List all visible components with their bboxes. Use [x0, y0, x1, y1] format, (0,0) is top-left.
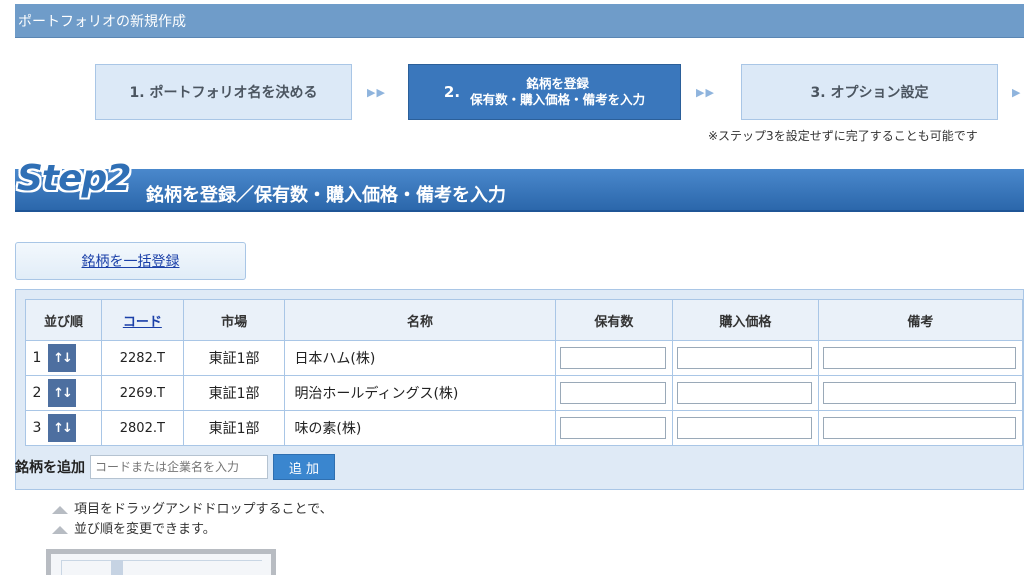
table-row: 3 ↑↓ 2802.T 東証1部 味の素(株) — [25, 410, 1024, 446]
add-stock-row: 銘柄を追加 追 加 — [15, 452, 335, 482]
shares-input[interactable] — [559, 347, 667, 369]
name-cell: 日本ハム(株) — [284, 340, 556, 376]
step-1-label: 1. ポートフォリオ名を決める — [129, 85, 318, 101]
col-order: 並び順 — [25, 299, 102, 341]
notes-cell — [817, 410, 1024, 446]
col-shares: 保有数 — [554, 299, 674, 341]
order-cell: 1 ↑↓ — [25, 340, 102, 376]
notes-cell — [817, 340, 1024, 376]
notes-input[interactable] — [822, 347, 1016, 369]
price-cell — [672, 375, 819, 411]
bulk-register-link[interactable]: 銘柄を一括登録 — [82, 251, 180, 271]
order-number: 3 — [32, 420, 42, 436]
holdings-table: 並び順 コード 市場 名称 保有数 購入価格 備考 1 ↑↓ 2282.T 東証… — [25, 299, 1024, 446]
step-1[interactable]: 1. ポートフォリオ名を決める — [95, 64, 352, 120]
sort-handle-icon[interactable]: ↑↓ — [48, 414, 76, 442]
price-cell — [672, 340, 819, 376]
step-2[interactable]: 2. 銘柄を登録 保有数・購入価格・備考を入力 — [408, 64, 681, 120]
add-stock-button[interactable]: 追 加 — [273, 454, 335, 480]
price-input[interactable] — [677, 417, 812, 439]
shares-input[interactable] — [559, 382, 667, 404]
col-name: 名称 — [284, 299, 556, 341]
name-cell: 味の素(株) — [284, 410, 556, 446]
code-cell: 2282.T — [100, 340, 184, 376]
triangle-up-icon — [52, 526, 68, 534]
name-cell: 明治ホールディングス(株) — [284, 375, 556, 411]
shares-cell — [554, 375, 674, 411]
col-notes: 備考 — [817, 299, 1024, 341]
step-logo: Step2 — [17, 158, 131, 199]
table-row: 2 ↑↓ 2269.T 東証1部 明治ホールディングス(株) — [25, 375, 1024, 411]
page-title: ポートフォリオの新規作成 — [18, 14, 186, 30]
notes-cell — [817, 375, 1024, 411]
header-bar: ポートフォリオの新規作成 — [15, 4, 1024, 38]
shares-cell — [554, 340, 674, 376]
sort-by-code-link[interactable]: コード — [123, 315, 162, 330]
step-arrow-icon: ▶ — [1012, 86, 1022, 99]
add-stock-label: 銘柄を追加 — [15, 460, 85, 476]
market-cell: 東証1部 — [182, 340, 286, 376]
preview-grid — [61, 560, 262, 575]
price-input[interactable] — [677, 347, 812, 369]
step-3[interactable]: 3. オプション設定 — [741, 64, 998, 120]
table-row: 1 ↑↓ 2282.T 東証1部 日本ハム(株) — [25, 340, 1024, 376]
shares-input[interactable] — [559, 417, 667, 439]
triangle-up-icon — [52, 506, 68, 514]
order-number: 1 — [32, 350, 42, 366]
notes-input[interactable] — [822, 417, 1016, 439]
col-code[interactable]: コード — [100, 299, 184, 341]
add-stock-input[interactable] — [90, 455, 268, 479]
step-arrow-icon: ▶▶ — [367, 86, 386, 99]
step-arrow-icon: ▶▶ — [696, 86, 715, 99]
step-banner-title: 銘柄を登録／保有数・購入価格・備考を入力 — [146, 185, 506, 206]
step-2-line1: 銘柄を登録 — [526, 76, 589, 91]
step-3-label: 3. オプション設定 — [810, 85, 929, 101]
drag-hint: 項目をドラッグアンドドロップすることで、 並び順を変更できます。 — [52, 500, 333, 540]
code-cell: 2802.T — [100, 410, 184, 446]
shares-cell — [554, 410, 674, 446]
step-banner: Step2 銘柄を登録／保有数・購入価格・備考を入力 — [15, 158, 1024, 212]
price-input[interactable] — [677, 382, 812, 404]
drag-preview-image — [46, 549, 276, 575]
col-market: 市場 — [182, 299, 286, 341]
step-2-line2: 保有数・購入価格・備考を入力 — [470, 92, 646, 107]
sort-handle-icon[interactable]: ↑↓ — [48, 379, 76, 407]
notes-input[interactable] — [822, 382, 1016, 404]
table-header-row: 並び順 コード 市場 名称 保有数 購入価格 備考 — [25, 299, 1024, 341]
order-number: 2 — [32, 385, 42, 401]
step-2-number: 2. — [443, 83, 461, 101]
market-cell: 東証1部 — [182, 375, 286, 411]
market-cell: 東証1部 — [182, 410, 286, 446]
order-cell: 3 ↑↓ — [25, 410, 102, 446]
hint-line2: 並び順を変更できます。 — [74, 522, 216, 537]
price-cell — [672, 410, 819, 446]
preview-block — [111, 560, 123, 575]
col-price: 購入価格 — [672, 299, 819, 341]
hint-line1: 項目をドラッグアンドドロップすることで、 — [74, 502, 333, 517]
code-cell: 2269.T — [100, 375, 184, 411]
order-cell: 2 ↑↓ — [25, 375, 102, 411]
bulk-register-button[interactable]: 銘柄を一括登録 — [15, 242, 246, 280]
step-note: ※ステップ3を設定せずに完了することも可能です — [708, 129, 978, 143]
sort-handle-icon[interactable]: ↑↓ — [48, 344, 76, 372]
